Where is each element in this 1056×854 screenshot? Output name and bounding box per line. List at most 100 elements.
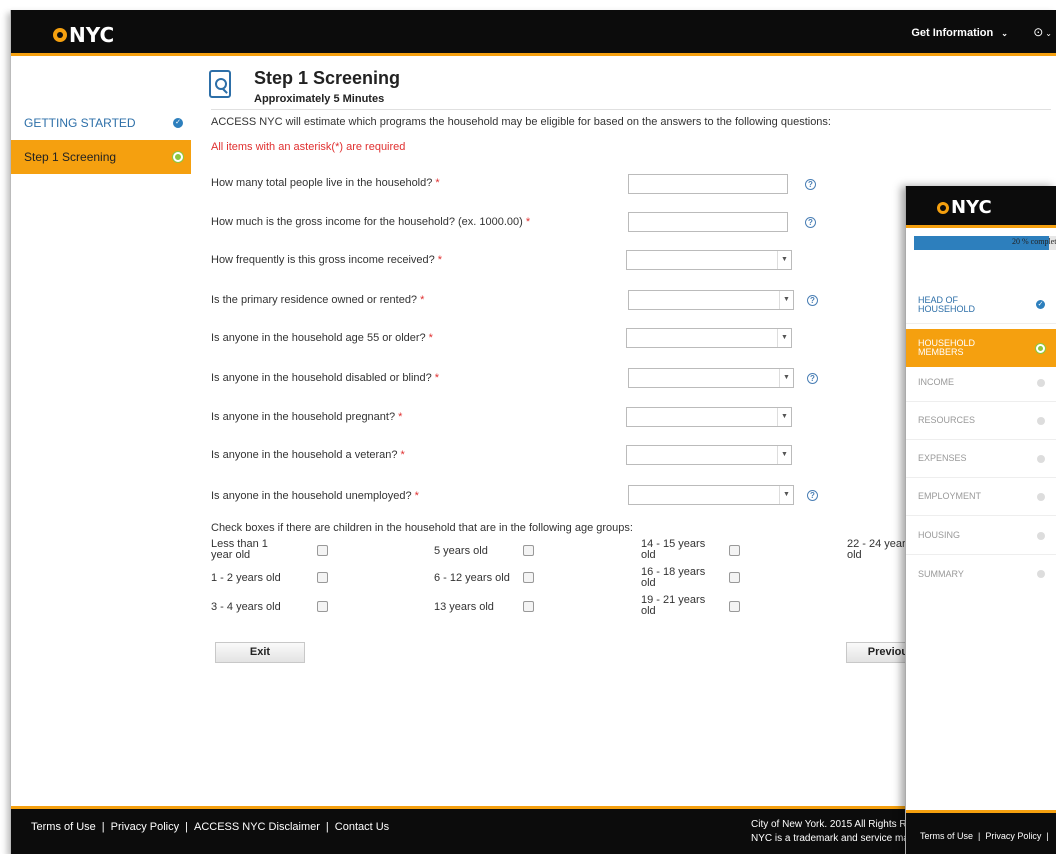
progress-sidebar: GETTING STARTED ✓ Step 1 Screening (11, 106, 191, 174)
help-icon[interactable]: ? (805, 217, 816, 228)
age-group-label: 13 years old (434, 601, 494, 613)
chevron-down-icon: ▼ (779, 486, 793, 504)
get-information-menu[interactable]: Get Information ⌄ (911, 27, 1008, 39)
progress-text: 20 % complete (1012, 237, 1056, 246)
residence-owned-rented-select[interactable]: ▼ (628, 290, 794, 310)
help-icon[interactable]: ? (805, 179, 816, 190)
question-label: How frequently is this gross income rece… (211, 254, 443, 266)
age-group-checkbox[interactable] (523, 601, 534, 612)
chevron-down-icon: ⌄ (1045, 29, 1052, 38)
chevron-down-icon: ⌄ (1001, 29, 1008, 38)
sidebar-item-step-1-screening[interactable]: Step 1 Screening (11, 140, 191, 174)
sidebar-item-household-members[interactable]: HOUSEHOLD MEMBERS (906, 329, 1056, 367)
sidebar-item-label: HOUSING (918, 530, 961, 540)
pending-step-icon (1037, 531, 1045, 540)
page-title: Step 1 Screening (254, 68, 401, 88)
nyc-logo[interactable]: NYC (53, 23, 114, 47)
check-circle-icon: ✓ (1036, 300, 1045, 309)
sidebar-item-label: EMPLOYMENT (918, 491, 982, 501)
question-label: Is anyone in the household a veteran? * (211, 449, 405, 461)
required-asterisk: * (437, 254, 443, 266)
unemployed-select[interactable]: ▼ (628, 485, 794, 505)
contact-us-link[interactable]: Contact Us (335, 821, 389, 833)
sidebar-item-employment[interactable]: EMPLOYMENT (906, 478, 1056, 516)
help-icon[interactable]: ? (807, 295, 818, 306)
check-circle-icon: ✓ (173, 118, 183, 128)
required-asterisk: * (525, 216, 531, 228)
pending-step-icon (1037, 454, 1045, 463)
question-label: Is anyone in the household pregnant? * (211, 411, 403, 423)
sidebar-item-label: Step 1 Screening (24, 150, 117, 164)
top-navigation-bar: NYC (906, 186, 1056, 228)
sidebar-item-label: GETTING STARTED (24, 116, 136, 130)
site-footer: Terms of Use | Privacy Policy | (906, 810, 1056, 854)
disclaimer-link[interactable]: ACCESS NYC Disclaimer (194, 821, 320, 833)
terms-of-use-link[interactable]: Terms of Use (920, 831, 973, 841)
gross-income-input[interactable] (628, 212, 788, 232)
required-asterisk: * (400, 449, 405, 461)
top-navigation-bar: NYC Get Information ⌄ ⊙ ⌄ (11, 10, 1056, 56)
age-group-label: 16 - 18 years old (641, 566, 706, 589)
sidebar-item-summary[interactable]: SUMMARY (906, 555, 1056, 593)
age-group-label: 19 - 21 years old (641, 594, 706, 617)
intro-text: ACCESS NYC will estimate which programs … (211, 116, 831, 128)
sidebar-item-label: SUMMARY (918, 568, 964, 579)
age-group-checkbox[interactable] (317, 572, 328, 583)
sidebar-item-label: HOUSEHOLD MEMBERS (918, 338, 976, 357)
exit-button[interactable]: Exit (215, 642, 305, 663)
sidebar-item-housing[interactable]: HOUSING (906, 517, 1056, 555)
age-group-label: 6 - 12 years old (434, 572, 510, 584)
age-group-checkbox[interactable] (317, 545, 328, 556)
pregnant-select[interactable]: ▼ (626, 407, 792, 427)
sidebar-item-label: INCOME (918, 377, 954, 387)
age-group-checkbox[interactable] (523, 572, 534, 583)
sidebar-item-head-of-household[interactable]: HEAD OF HOUSEHOLD ✓ (906, 286, 1056, 324)
nyc-logo-icon (937, 201, 949, 214)
required-asterisk: * (434, 372, 440, 384)
veteran-select[interactable]: ▼ (626, 445, 792, 465)
children-intro: Check boxes if there are children in the… (211, 522, 633, 534)
divider (211, 109, 1051, 110)
page-subtitle: Approximately 5 Minutes (254, 93, 385, 105)
household-members-window: NYC 20 % complete HEAD OF HOUSEHOLD ✓ HO… (905, 186, 1056, 854)
age-group-checkbox[interactable] (523, 545, 534, 556)
sidebar-item-label: EXPENSES (918, 453, 967, 463)
required-note: All items with an asterisk(*) are requir… (211, 141, 406, 153)
get-information-label: Get Information (911, 27, 994, 39)
terms-of-use-link[interactable]: Terms of Use (31, 821, 96, 833)
income-frequency-select[interactable]: ▼ (626, 250, 792, 270)
chevron-down-icon: ▼ (779, 369, 793, 387)
privacy-policy-link[interactable]: Privacy Policy (985, 831, 1041, 841)
household-size-input[interactable] (628, 174, 788, 194)
age-group-checkbox[interactable] (729, 572, 740, 583)
sidebar-item-income[interactable]: INCOME (906, 364, 1056, 402)
pending-step-icon (1037, 492, 1045, 501)
sidebar-item-expenses[interactable]: EXPENSES (906, 440, 1056, 478)
help-icon[interactable]: ? (807, 373, 818, 384)
required-asterisk: * (420, 294, 425, 306)
current-step-icon (173, 152, 183, 162)
nyc-logo[interactable]: NYC (937, 197, 992, 218)
sidebar-item-label: HEAD OF HOUSEHOLD (918, 294, 976, 314)
question-label: Is anyone in the household unemployed? * (211, 490, 419, 502)
pending-step-icon (1037, 378, 1045, 387)
age-group-checkbox[interactable] (317, 601, 328, 612)
chevron-down-icon: ▼ (777, 408, 791, 426)
pending-step-icon (1037, 416, 1045, 425)
progress-bar: 20 % complete (914, 236, 1056, 250)
age-group-checkbox[interactable] (729, 545, 740, 556)
required-asterisk: * (414, 490, 419, 502)
site-footer: Terms of Use | Privacy Policy | ACCESS NYC D… (11, 806, 1056, 854)
age-group-checkbox[interactable] (729, 601, 740, 612)
help-menu[interactable]: ⊙ ⌄ (1033, 25, 1052, 39)
sidebar-item-resources[interactable]: RESOURCES (906, 402, 1056, 440)
footer-links: Terms of Use | Privacy Policy | (920, 831, 1049, 841)
sidebar-item-label: RESOURCES (918, 415, 976, 425)
chevron-down-icon: ▼ (777, 446, 791, 464)
privacy-policy-link[interactable]: Privacy Policy (111, 821, 179, 833)
age-55-select[interactable]: ▼ (626, 328, 792, 348)
disabled-blind-select[interactable]: ▼ (628, 368, 794, 388)
help-icon[interactable]: ? (807, 490, 818, 501)
sidebar-item-getting-started[interactable]: GETTING STARTED ✓ (11, 106, 191, 140)
question-label: How many total people live in the househ… (211, 177, 440, 189)
